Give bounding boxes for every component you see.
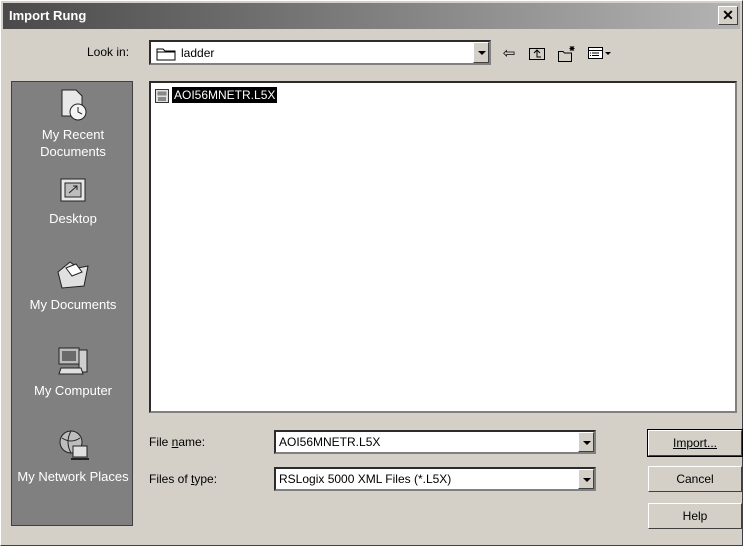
file-type-label: Files of type: [149,472,218,486]
place-label: My Documents [29,297,117,312]
help-button[interactable]: Help [648,503,742,529]
place-desktop[interactable]: Desktop [12,176,134,227]
back-icon[interactable]: ⇦ [499,45,519,63]
place-label: My Computer [33,383,113,398]
look-in-label: Look in: [87,45,130,59]
cancel-button[interactable]: Cancel [648,466,742,492]
places-bar: My Recent Documents Desktop My Documents [11,81,133,526]
file-type-value: RSLogix 5000 XML Files (*.L5X) [279,472,452,486]
chevron-down-icon[interactable] [473,42,489,63]
new-folder-icon[interactable] [557,45,577,63]
network-places-icon [59,430,89,460]
import-button[interactable]: Import... [647,429,743,457]
title-bar[interactable]: Import Rung ✕ [3,3,740,29]
place-label: My Network Places [17,469,129,484]
file-type-dropdown[interactable]: RSLogix 5000 XML Files (*.L5X) [274,467,596,491]
place-my-computer[interactable]: My Computer [12,344,134,399]
file-name-input[interactable]: AOI56MNETR.L5X [274,430,596,454]
look-in-dropdown[interactable]: ladder [149,40,491,65]
up-folder-icon[interactable] [527,45,547,63]
chevron-down-icon[interactable] [578,432,594,452]
file-name-label: File name: [149,435,206,449]
folder-icon [156,48,176,61]
file-icon [155,89,169,103]
file-list[interactable]: AOI56MNETR.L5X [149,81,737,413]
view-menu-icon[interactable] [586,45,614,63]
place-recent-documents[interactable]: My Recent Documents [12,88,134,160]
file-name-value: AOI56MNETR.L5X [279,435,381,449]
place-my-documents[interactable]: My Documents [12,258,134,313]
my-documents-icon [57,261,89,289]
place-network-places[interactable]: My Network Places [12,428,134,485]
place-label: My Recent Documents [40,127,106,159]
import-button-label: Import... [672,436,717,450]
my-computer-icon [58,347,88,375]
import-rung-dialog: Import Rung ✕ Look in: ladder ⇦ My Recen… [0,0,743,546]
place-label: Desktop [49,211,97,226]
recent-documents-icon [61,89,87,121]
window-title: Import Rung [9,8,87,23]
file-name: AOI56MNETR.L5X [172,87,278,103]
chevron-down-icon[interactable] [578,469,594,489]
desktop-icon [60,178,86,202]
close-icon: ✕ [722,7,734,23]
close-button[interactable]: ✕ [718,6,738,25]
look-in-value: ladder [181,46,215,60]
